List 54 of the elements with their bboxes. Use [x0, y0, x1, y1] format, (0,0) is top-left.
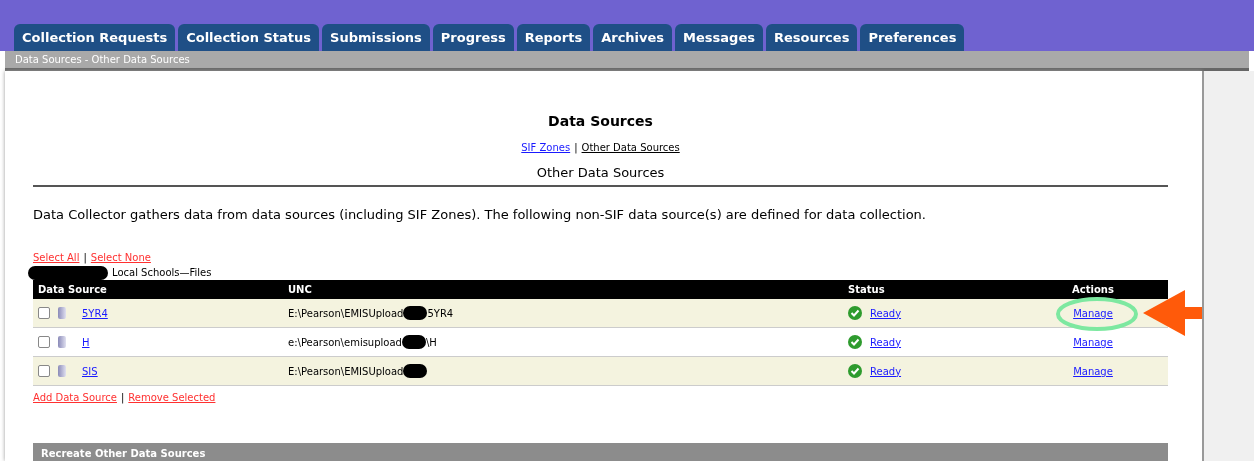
section-title: Other Data Sources — [535, 164, 666, 182]
action-link[interactable]: Add Data Source — [33, 390, 117, 405]
status-link[interactable]: Ready — [870, 334, 902, 350]
unc-path: e:\Pearson\emisupload — [288, 335, 402, 350]
data-source-link[interactable]: H — [82, 334, 90, 350]
manage-link[interactable]: Manage — [1073, 365, 1113, 377]
link-separator: | — [574, 141, 578, 155]
check-circle-icon — [848, 364, 862, 378]
nav-tab[interactable]: Messages — [675, 24, 763, 51]
breadcrumb-text: Data Sources - Other Data Sources — [15, 53, 190, 67]
data-source-link[interactable]: 5YR4 — [82, 305, 108, 321]
column-header: Actions — [1072, 283, 1114, 297]
row-checkbox[interactable] — [38, 307, 50, 319]
nav-tab[interactable]: Collection Status — [178, 24, 320, 51]
nav-tab[interactable]: Reports — [516, 24, 591, 51]
select-link[interactable]: Select None — [90, 250, 151, 265]
check-circle-icon — [848, 335, 862, 349]
nav-tab[interactable]: Collection Requests — [14, 24, 176, 51]
section-header-text: Recreate Other Data Sources — [41, 446, 206, 461]
group-label: Local Schools—Files — [112, 266, 212, 280]
nav-tab[interactable]: Resources — [765, 24, 858, 51]
nav-tab[interactable]: Archives — [593, 24, 673, 51]
description-text: Data Collector gathers data from data sources (including SIF Zones). The following non-SIF data source(s) are defined for data collection. — [33, 205, 927, 224]
data-source-link[interactable]: SIS — [82, 363, 98, 379]
check-circle-icon — [848, 306, 862, 320]
status-link[interactable]: Ready — [870, 363, 902, 379]
unc-path: \H — [425, 335, 437, 350]
unc-path: E:\Pearson\EMISUpload — [288, 306, 404, 321]
row-checkbox[interactable] — [38, 365, 50, 377]
select-link[interactable]: Select All — [33, 250, 80, 265]
manage-link[interactable]: Manage — [1073, 307, 1113, 319]
database-icon — [58, 307, 66, 319]
subnav-link[interactable]: SIF Zones — [521, 140, 571, 155]
unc-path: 5YR4 — [427, 306, 454, 321]
nav-tab[interactable]: Progress — [432, 24, 514, 51]
link-separator: | — [120, 391, 125, 405]
database-icon — [58, 336, 66, 348]
unc-path: E:\Pearson\EMISUpload — [288, 364, 404, 379]
nav-tab[interactable]: Submissions — [322, 24, 430, 51]
redaction-mark — [403, 306, 428, 320]
column-header: Status — [848, 283, 886, 297]
column-header: Data Source — [38, 283, 108, 297]
action-link[interactable]: Remove Selected — [128, 390, 216, 405]
nav-tab[interactable]: Preferences — [860, 24, 965, 51]
database-icon — [58, 365, 66, 377]
redaction-mark — [403, 364, 428, 378]
status-link[interactable]: Ready — [870, 305, 902, 321]
row-checkbox[interactable] — [38, 336, 50, 348]
column-header: UNC — [288, 283, 313, 297]
subnav-link[interactable]: Other Data Sources — [581, 140, 680, 155]
link-separator: | — [83, 251, 87, 265]
manage-link[interactable]: Manage — [1073, 336, 1113, 348]
redaction-mark — [401, 335, 426, 349]
page-title: Data Sources — [547, 112, 654, 131]
